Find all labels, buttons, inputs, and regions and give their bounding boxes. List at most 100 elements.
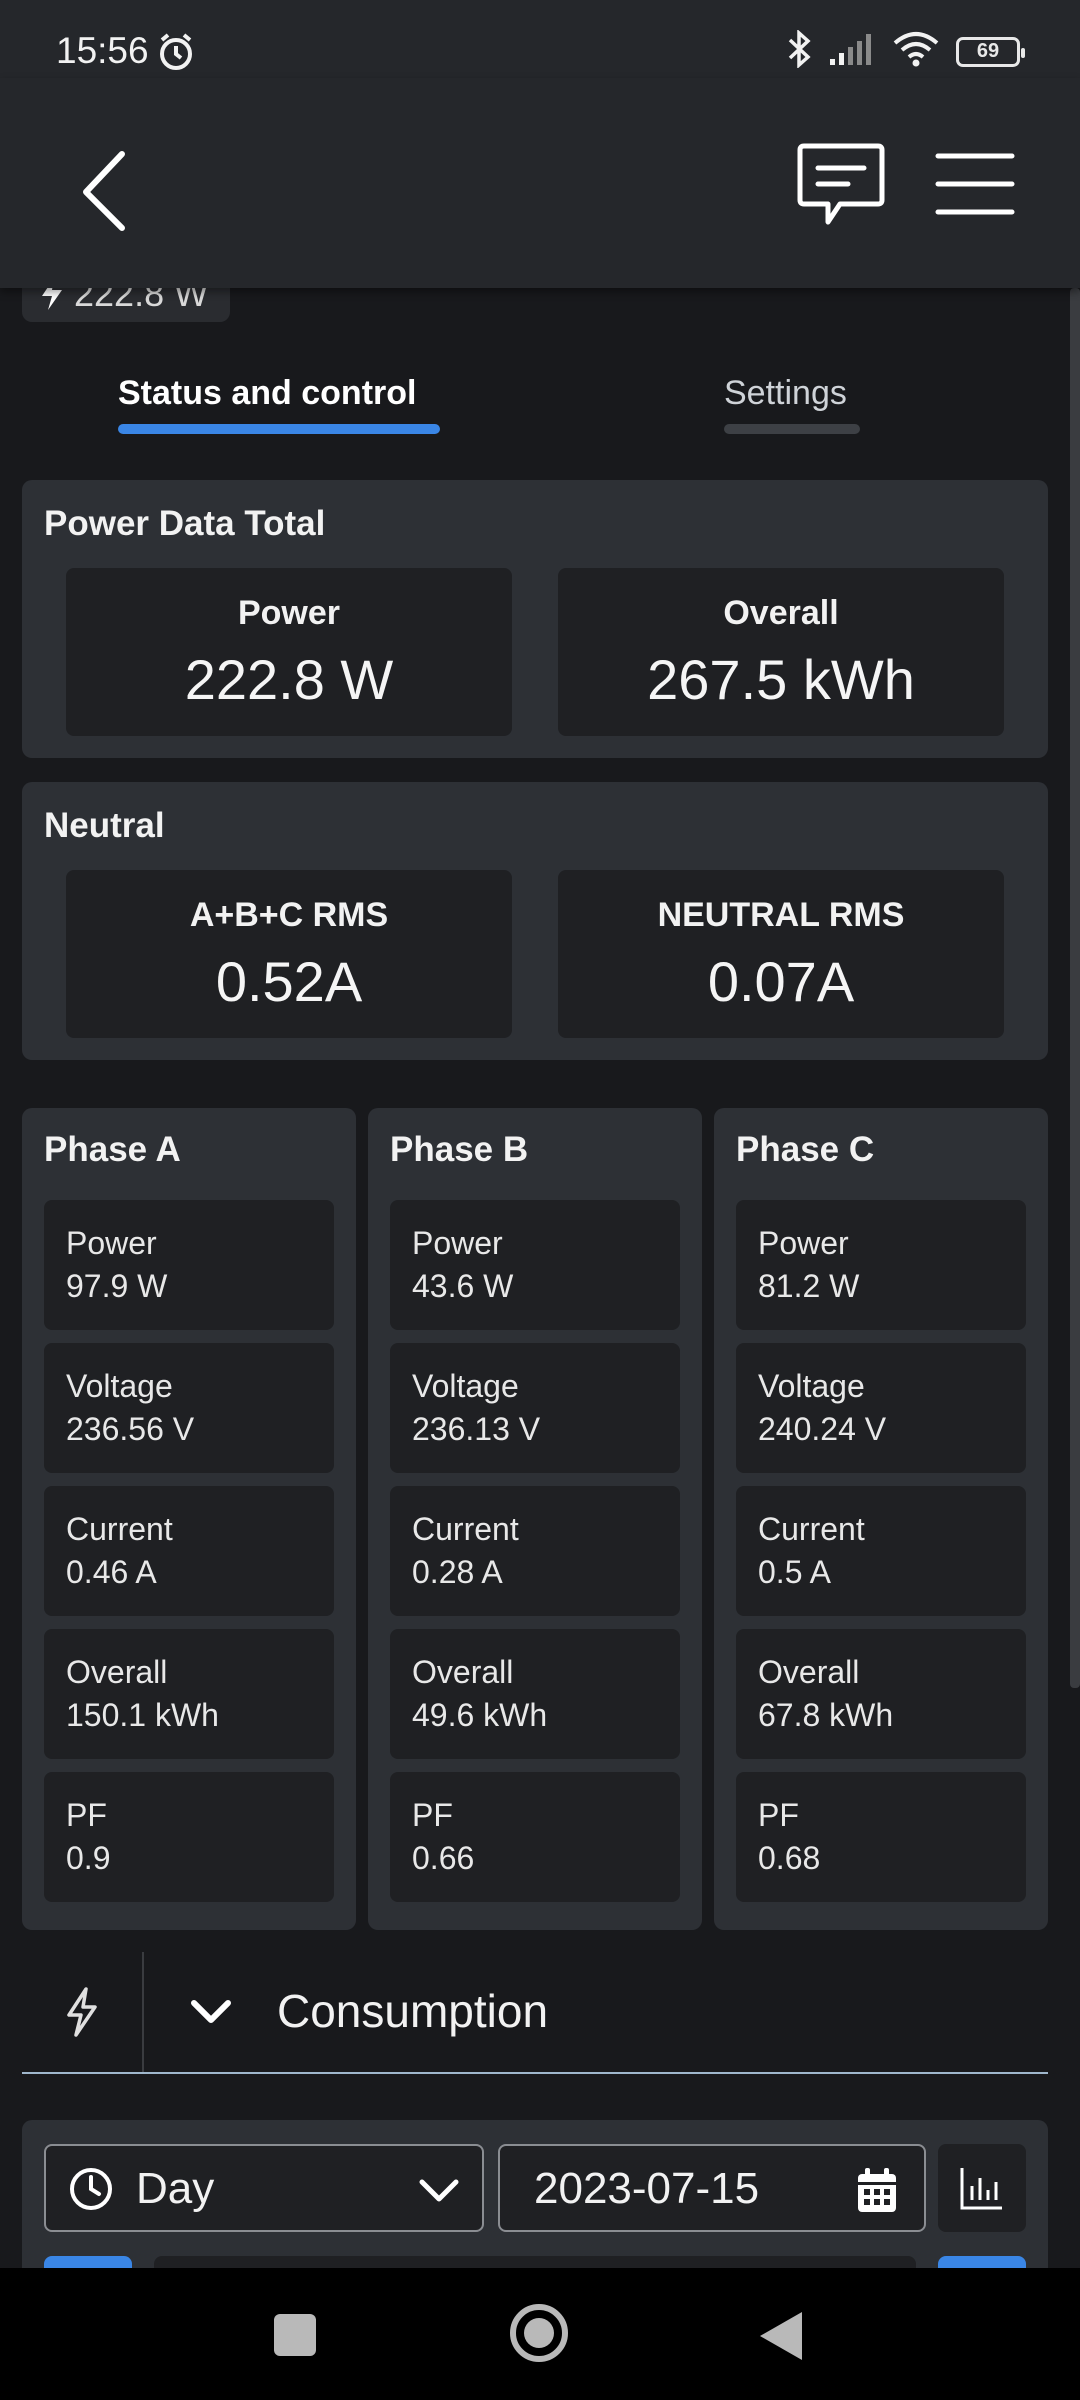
system-back-button[interactable]	[760, 2312, 802, 2360]
wifi-icon	[892, 31, 940, 72]
tile-label: Power	[237, 594, 341, 632]
consumption-filter-card: Day 2023-07-15	[22, 2120, 1048, 2268]
metric-label: Current	[66, 1511, 173, 1547]
metric-label: Voltage	[758, 1368, 865, 1404]
overall-tile: Overall 267.5 kWh	[558, 568, 1004, 736]
metric-current: Current 0.28 A	[390, 1486, 680, 1616]
battery-icon: 69	[956, 36, 1025, 67]
period-select[interactable]: Day	[44, 2144, 484, 2232]
metric-label: Power	[66, 1225, 157, 1261]
metric-value: 0.28 A	[412, 1554, 503, 1590]
back-button[interactable]	[72, 138, 142, 238]
metric-voltage: Voltage 240.24 V	[736, 1343, 1026, 1473]
tab-indicator	[724, 424, 860, 434]
metric-value: 49.6 kWh	[412, 1697, 548, 1733]
tab-settings[interactable]: Settings	[724, 374, 860, 454]
metric-value: 0.68	[758, 1840, 821, 1876]
consumption-title: Consumption	[277, 1985, 549, 2037]
divider	[142, 1952, 144, 2072]
date-value: 2023-07-15	[534, 2164, 760, 2213]
card-title: Phase B	[390, 1130, 529, 1169]
menu-button[interactable]	[934, 150, 1016, 220]
metric-value: 0.9	[66, 1840, 111, 1876]
period-value: Day	[136, 2164, 215, 2213]
metric-value: 236.56 V	[66, 1411, 195, 1447]
metric-label: Overall	[758, 1654, 860, 1690]
status-bar: 15:56 69	[0, 0, 1080, 78]
tab-label: Settings	[724, 374, 847, 412]
card-title: Phase C	[736, 1130, 875, 1169]
recents-button[interactable]	[274, 2314, 316, 2356]
neutral-card: Neutral A+B+C RMS 0.52A NEUTRAL RMS 0.07…	[22, 782, 1048, 1060]
metric-value: 240.24 V	[758, 1411, 887, 1447]
chevron-left-icon	[83, 151, 125, 231]
metric-value: 236.13 V	[412, 1411, 541, 1447]
metric-power: Power 43.6 W	[390, 1200, 680, 1330]
metric-value: 0.66	[412, 1840, 475, 1876]
active-tab-indicator	[118, 424, 440, 434]
metric-current: Current 0.46 A	[44, 1486, 334, 1616]
clock-icon	[68, 2166, 114, 2217]
tab-label: Status and control	[118, 374, 417, 412]
metric-label: Power	[412, 1225, 503, 1261]
bolt-icon	[42, 288, 62, 310]
tile-label: Overall	[723, 594, 839, 632]
next-button[interactable]	[938, 2256, 1026, 2268]
metric-label: Voltage	[412, 1368, 519, 1404]
power-tile: Power 222.8 W	[66, 568, 512, 736]
tile-value: 0.52A	[215, 950, 363, 1013]
metric-value: 150.1 kWh	[66, 1697, 219, 1733]
alarm-icon	[156, 32, 196, 77]
metric-label: PF	[412, 1797, 453, 1833]
metric-value: 0.5 A	[758, 1554, 831, 1590]
chevron-down-icon	[418, 2178, 460, 2209]
metric-label: PF	[758, 1797, 799, 1833]
metric-voltage: Voltage 236.13 V	[390, 1343, 680, 1473]
signal-icon	[828, 31, 876, 72]
metric-pf: PF 0.68	[736, 1772, 1026, 1902]
metric-overall: Overall 49.6 kWh	[390, 1629, 680, 1759]
status-time: 15:56	[56, 30, 149, 71]
chart-view-button[interactable]	[938, 2144, 1026, 2232]
bar-chart-icon	[960, 2168, 1002, 2210]
hamburger-menu-icon	[935, 153, 1015, 215]
neutral-rms-tile: NEUTRAL RMS 0.07A	[558, 870, 1004, 1038]
metric-power: Power 81.2 W	[736, 1200, 1026, 1330]
card-title: Neutral	[44, 806, 165, 845]
power-chip: 222.8 W	[22, 288, 230, 322]
metric-label: Overall	[412, 1654, 514, 1690]
metric-power: Power 97.9 W	[44, 1200, 334, 1330]
metric-value: 43.6 W	[412, 1268, 514, 1304]
metric-label: Current	[412, 1511, 519, 1547]
calendar-icon[interactable]	[856, 2166, 898, 2219]
main-content: 222.8 W Status and control Settings Powe…	[0, 288, 1080, 2268]
tile-label: A+B+C RMS	[189, 896, 389, 934]
phase-c-card: Phase C Power 81.2 W Voltage 240.24 V Curr…	[714, 1108, 1048, 1930]
tile-value: 0.07A	[707, 950, 855, 1013]
tab-status-and-control[interactable]: Status and control	[118, 374, 440, 454]
metric-pf: PF 0.66	[390, 1772, 680, 1902]
chevron-down-icon[interactable]	[190, 1998, 232, 2031]
tile-value: 222.8 W	[184, 648, 394, 711]
metric-overall: Overall 67.8 kWh	[736, 1629, 1026, 1759]
home-button[interactable]	[510, 2304, 568, 2362]
metric-pf: PF 0.9	[44, 1772, 334, 1902]
metric-label: Power	[758, 1225, 849, 1261]
metric-current: Current 0.5 A	[736, 1486, 1026, 1616]
date-field[interactable]: 2023-07-15	[498, 2144, 926, 2232]
prev-button[interactable]	[44, 2256, 132, 2268]
chat-button[interactable]	[796, 140, 886, 236]
consumption-section-header[interactable]: Consumption	[22, 1952, 1048, 2074]
metric-value: 0.46 A	[66, 1554, 157, 1590]
card-title: Phase A	[44, 1130, 181, 1169]
tile-label: NEUTRAL RMS	[657, 896, 905, 934]
chart-area	[154, 2256, 916, 2268]
metric-voltage: Voltage 236.56 V	[44, 1343, 334, 1473]
phase-b-card: Phase B Power 43.6 W Voltage 236.13 V Curr…	[368, 1108, 702, 1930]
phase-a-card: Phase A Power 97.9 W Voltage 236.56 V Curr…	[22, 1108, 356, 1930]
battery-level: 69	[976, 40, 1000, 62]
metric-label: Overall	[66, 1654, 168, 1690]
power-data-total-card: Power Data Total Power 222.8 W Overall 2…	[22, 480, 1048, 758]
metric-value: 67.8 kWh	[758, 1697, 894, 1733]
tile-value: 267.5 kWh	[647, 648, 915, 711]
